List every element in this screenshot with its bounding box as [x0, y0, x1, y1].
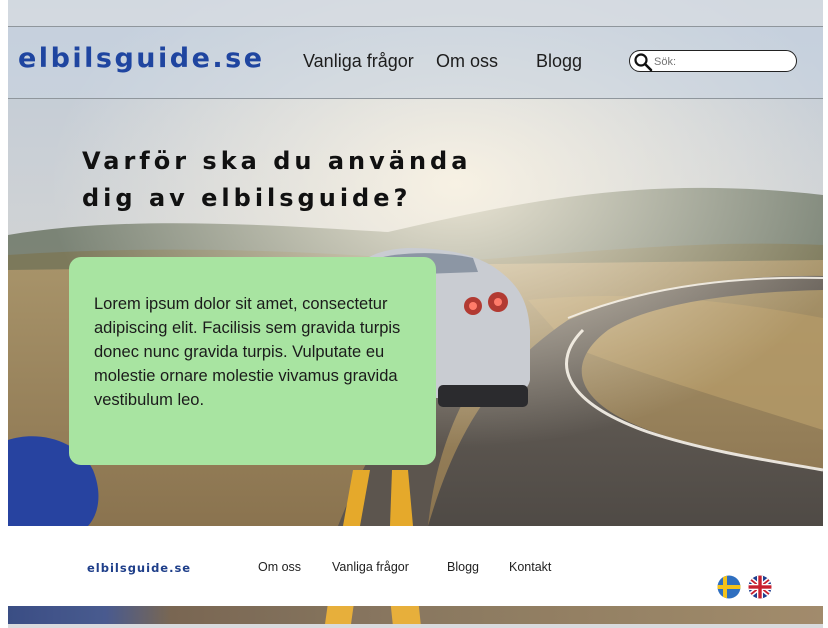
info-card: Lorem ipsum dolor sit amet, consectetur …: [69, 257, 436, 465]
top-strip: [8, 0, 823, 26]
footer-link-kontakt[interactable]: Kontakt: [509, 560, 551, 574]
footer-link-om-oss[interactable]: Om oss: [258, 560, 301, 574]
search-icon[interactable]: [633, 52, 653, 72]
swedish-flag-icon[interactable]: [714, 575, 744, 599]
site-footer: elbilsguide.se Om oss Vanliga frågor Blo…: [8, 526, 823, 606]
page: elbilsguide.se Vanliga frågor Om oss Blo…: [8, 0, 823, 628]
footer-link-blogg[interactable]: Blogg: [447, 560, 479, 574]
nav-link-blogg[interactable]: Blogg: [536, 51, 582, 72]
uk-flag-icon[interactable]: [745, 575, 775, 599]
hero-headline-line-2: dig av elbilsguide?: [82, 184, 412, 212]
footer-logo[interactable]: elbilsguide.se: [87, 561, 191, 575]
footer-link-vanliga-fragor[interactable]: Vanliga frågor: [332, 560, 409, 574]
search-box[interactable]: [629, 50, 797, 72]
nav-link-vanliga-fragor[interactable]: Vanliga frågor: [303, 51, 414, 72]
search-input[interactable]: [654, 53, 792, 70]
nav-link-om-oss[interactable]: Om oss: [436, 51, 498, 72]
site-logo[interactable]: elbilsguide.se: [18, 43, 265, 74]
info-card-text: Lorem ipsum dolor sit amet, consectetur …: [94, 295, 401, 409]
page-bottom-edge: [8, 624, 823, 628]
hero-headline: Varför ska du använda dig av elbilsguide…: [82, 143, 502, 217]
hero-headline-line-1: Varför ska du använda: [82, 147, 472, 175]
site-header: elbilsguide.se Vanliga frågor Om oss Blo…: [8, 27, 823, 99]
